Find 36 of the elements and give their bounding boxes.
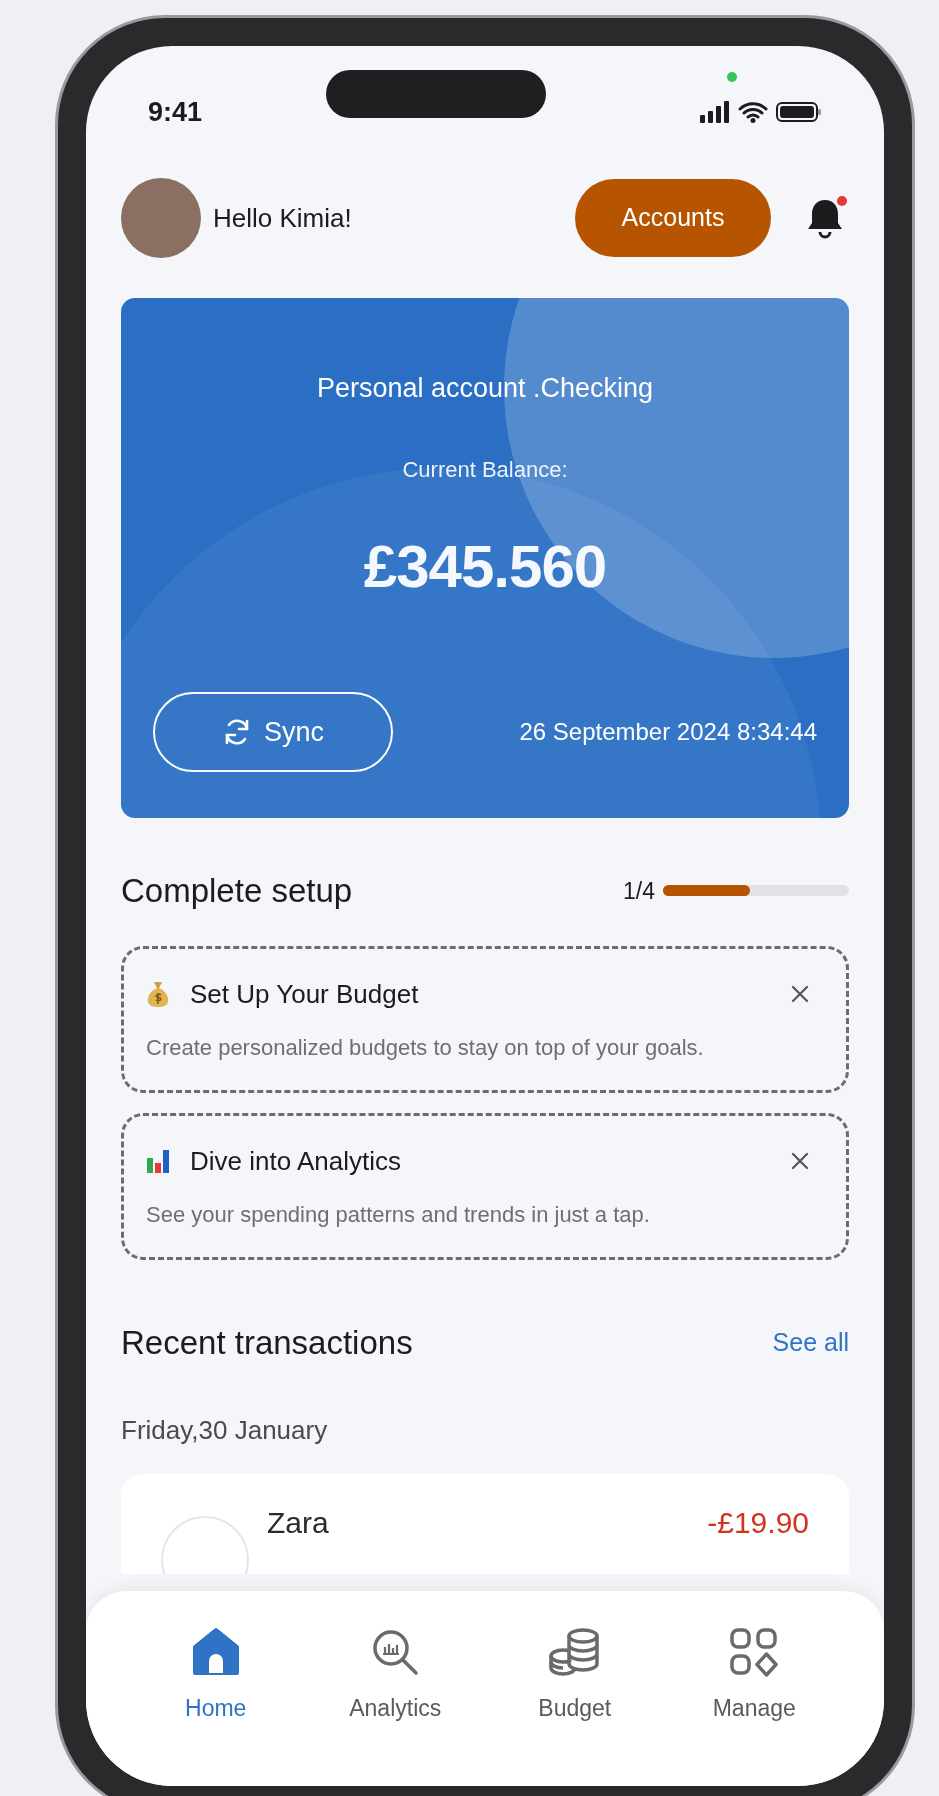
transaction-row[interactable]: Zara -£19.90 bbox=[121, 1474, 849, 1574]
sync-button[interactable]: Sync bbox=[153, 692, 393, 772]
progress-count: 1/4 bbox=[623, 876, 655, 906]
task-title: Set Up Your Budget bbox=[190, 977, 419, 1011]
wifi-icon bbox=[738, 101, 768, 123]
home-icon bbox=[190, 1627, 241, 1677]
balance-label: Current Balance: bbox=[402, 455, 568, 484]
close-icon[interactable] bbox=[790, 1151, 810, 1171]
signal-icon bbox=[700, 101, 730, 123]
status-time: 9:41 bbox=[148, 95, 203, 129]
transaction-amount: -£19.90 bbox=[707, 1505, 809, 1541]
task-title: Dive into Analytics bbox=[190, 1144, 401, 1178]
close-icon[interactable] bbox=[790, 984, 810, 1004]
battery-icon bbox=[776, 101, 822, 123]
nav-tab[interactable]: Budget bbox=[499, 1627, 650, 1786]
nav-tab[interactable]: Manage bbox=[679, 1627, 830, 1786]
task-description: See your spending patterns and trends in just a tap. bbox=[146, 1200, 651, 1229]
section-title: Recent transactions bbox=[121, 1322, 413, 1363]
money-bag-icon bbox=[146, 980, 170, 1008]
section-title: Complete setup bbox=[121, 871, 353, 911]
nav-tab[interactable]: Home bbox=[140, 1627, 291, 1786]
transaction-date: Friday,30 January bbox=[121, 1414, 329, 1447]
account-name: Personal account .Checking bbox=[316, 372, 654, 405]
coin-stack-icon bbox=[548, 1627, 601, 1677]
accounts-button[interactable]: Accounts bbox=[575, 179, 771, 257]
balance-amount: £345.560 bbox=[363, 531, 607, 602]
see-all-link[interactable]: See all bbox=[772, 1323, 849, 1361]
grid-icon bbox=[729, 1627, 780, 1677]
camera-indicator bbox=[727, 72, 737, 82]
task-description: Create personalized budgets to stay on top of your goals. bbox=[146, 1033, 705, 1062]
last-updated: 26 September 2024 8:34:44 bbox=[519, 717, 817, 747]
magnifier-chart-icon bbox=[370, 1627, 421, 1677]
merchant-name: Zara bbox=[267, 1505, 329, 1541]
greeting: Hello Kimia! bbox=[213, 201, 352, 235]
nav-tab[interactable]: Analytics bbox=[320, 1627, 471, 1786]
bar-chart-icon bbox=[146, 1148, 170, 1174]
